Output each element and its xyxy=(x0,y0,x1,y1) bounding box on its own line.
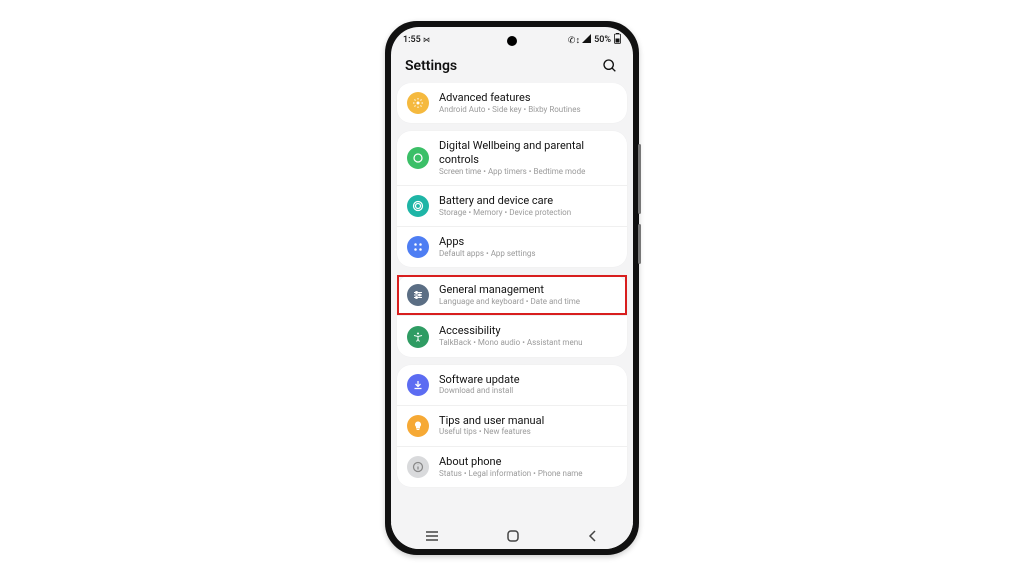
item-title: Software update xyxy=(439,373,520,387)
settings-item-apps[interactable]: AppsDefault apps • App settings xyxy=(397,226,627,267)
settings-item-advanced-features[interactable]: Advanced featuresAndroid Auto • Side key… xyxy=(397,83,627,123)
item-title: About phone xyxy=(439,455,583,469)
item-subtitle: Language and keyboard • Date and time xyxy=(439,297,580,307)
settings-item-tips[interactable]: Tips and user manualUseful tips • New fe… xyxy=(397,405,627,446)
settings-group: Digital Wellbeing and parental controlsS… xyxy=(397,131,627,267)
nav-home[interactable] xyxy=(506,529,520,543)
settings-list: Advanced featuresAndroid Auto • Side key… xyxy=(391,83,633,495)
item-title: Apps xyxy=(439,235,536,249)
item-title: General management xyxy=(439,283,580,297)
status-icons: ✆ ↕ xyxy=(568,35,579,46)
search-button[interactable] xyxy=(601,57,619,75)
digital-wellbeing-icon xyxy=(407,147,429,169)
front-camera xyxy=(507,36,517,46)
tips-icon xyxy=(407,415,429,437)
settings-item-software-update[interactable]: Software updateDownload and install xyxy=(397,365,627,405)
settings-group: Advanced featuresAndroid Auto • Side key… xyxy=(397,83,627,123)
settings-item-about-phone[interactable]: About phoneStatus • Legal information • … xyxy=(397,446,627,487)
item-subtitle: Default apps • App settings xyxy=(439,249,536,259)
settings-item-digital-wellbeing[interactable]: Digital Wellbeing and parental controlsS… xyxy=(397,131,627,185)
general-management-icon xyxy=(407,284,429,306)
battery-icon xyxy=(614,33,621,47)
accessibility-icon xyxy=(407,326,429,348)
settings-item-battery[interactable]: Battery and device careStorage • Memory … xyxy=(397,185,627,226)
item-subtitle: Screen time • App timers • Bedtime mode xyxy=(439,167,617,177)
battery-text: 50% xyxy=(594,35,611,45)
about-phone-icon xyxy=(407,456,429,478)
advanced-features-icon xyxy=(407,92,429,114)
item-title: Digital Wellbeing and parental controls xyxy=(439,139,617,167)
item-subtitle: Android Auto • Side key • Bixby Routines xyxy=(439,105,581,115)
software-update-icon xyxy=(407,374,429,396)
settings-item-general-management[interactable]: General managementLanguage and keyboard … xyxy=(397,275,627,315)
item-subtitle: Storage • Memory • Device protection xyxy=(439,208,571,218)
item-subtitle: Useful tips • New features xyxy=(439,427,544,437)
page-title: Settings xyxy=(405,58,457,74)
settings-item-accessibility[interactable]: AccessibilityTalkBack • Mono audio • Ass… xyxy=(397,315,627,356)
phone-screen: 1:55 ⋈ ✆ ↕ 50% Settings xyxy=(391,27,633,549)
phone-frame: 1:55 ⋈ ✆ ↕ 50% Settings xyxy=(385,21,639,555)
item-title: Tips and user manual xyxy=(439,414,544,428)
apps-icon xyxy=(407,236,429,258)
item-subtitle: Status • Legal information • Phone name xyxy=(439,469,583,479)
signal-icon xyxy=(582,34,591,46)
item-title: Accessibility xyxy=(439,324,583,338)
page-header: Settings xyxy=(391,51,633,83)
settings-group: General managementLanguage and keyboard … xyxy=(397,275,627,356)
settings-group: Software updateDownload and installTips … xyxy=(397,365,627,487)
item-subtitle: Download and install xyxy=(439,386,520,396)
item-subtitle: TalkBack • Mono audio • Assistant menu xyxy=(439,338,583,348)
battery-icon xyxy=(407,195,429,217)
nav-bar xyxy=(391,523,633,549)
search-icon xyxy=(602,58,618,74)
item-title: Advanced features xyxy=(439,91,581,105)
status-time: 1:55 ⋈ xyxy=(403,35,430,45)
nav-recent[interactable] xyxy=(424,529,440,543)
nav-back[interactable] xyxy=(586,529,600,543)
item-title: Battery and device care xyxy=(439,194,571,208)
